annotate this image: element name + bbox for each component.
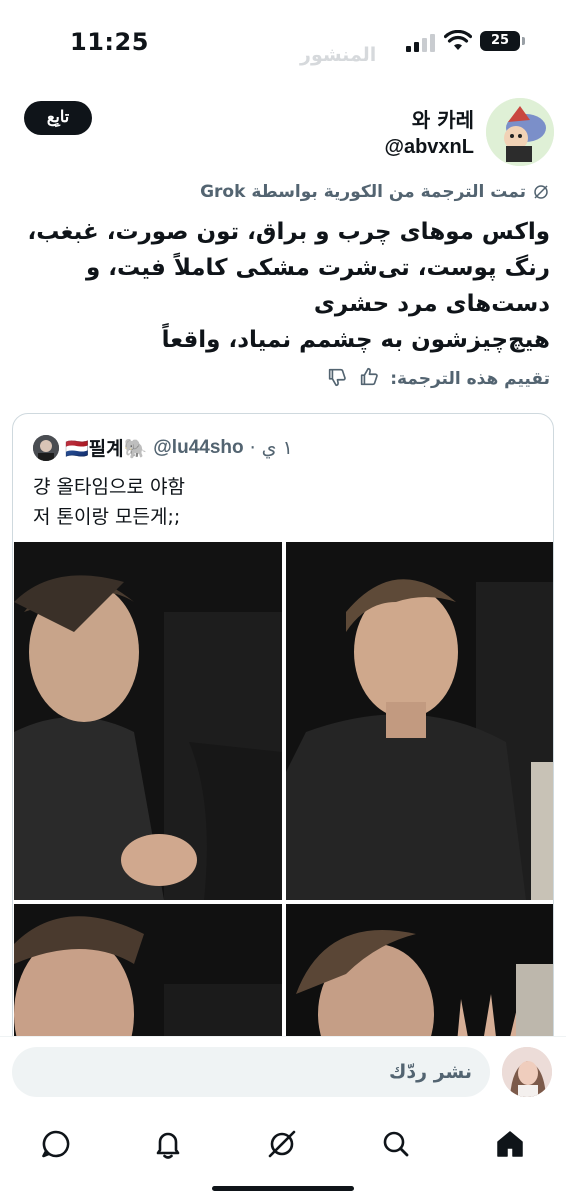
grok-icon xyxy=(534,185,548,199)
translation-note-text: تمت الترجمة من الكورية بواسطة Grok xyxy=(200,182,526,202)
wifi-icon xyxy=(443,29,473,52)
grok-nav-icon[interactable] xyxy=(262,1124,302,1164)
quoted-author-avatar[interactable] xyxy=(33,434,59,461)
tweet-line: دست‌های مرد حشری xyxy=(313,291,550,317)
notifications-icon[interactable] xyxy=(148,1124,188,1164)
photo-3[interactable] xyxy=(14,904,282,1052)
thumbs-up-icon[interactable] xyxy=(358,366,380,392)
follow-button[interactable]: تابِع xyxy=(24,101,92,135)
search-icon[interactable] xyxy=(376,1124,416,1164)
tweet-line: هیچ‌چیزشون به چشمم نمیاد، واقعاً xyxy=(161,327,550,353)
home-indicator xyxy=(212,1186,354,1191)
separator-dot: · xyxy=(249,436,256,459)
photo-grid xyxy=(14,542,553,1052)
quoted-line: 걍 올타임으로 야함 xyxy=(33,476,185,498)
author-handle[interactable]: @abvxnL xyxy=(384,136,474,159)
rate-translation: تقييم هذه الترجمة: xyxy=(326,366,550,392)
quoted-handle[interactable]: @lu44sho xyxy=(153,437,243,459)
rate-translation-label: تقييم هذه الترجمة: xyxy=(390,369,550,389)
current-user-avatar[interactable] xyxy=(502,1047,552,1097)
tweet-text: واکس موهای چرب و براق، تون صورت، غبغب، ر… xyxy=(14,214,550,358)
author-avatar[interactable] xyxy=(486,98,554,166)
quoted-tweet-text: 걍 올타임으로 야함 저 톤이랑 모든게;; xyxy=(33,472,185,532)
status-bar: 11:25 المنشور 25 xyxy=(0,0,566,88)
photo-1[interactable] xyxy=(14,542,282,900)
translation-note: تمت الترجمة من الكورية بواسطة Grok xyxy=(200,182,550,202)
author-display-name[interactable]: 와 카레 xyxy=(412,104,474,133)
cellular-signal-icon xyxy=(406,32,436,52)
quoted-tweet-header: 🇳🇱필계🐘 @lu44sho · ١ ي xyxy=(33,434,293,461)
quoted-tweet-card[interactable]: 🇳🇱필계🐘 @lu44sho · ١ ي 걍 올타임으로 야함 저 톤이랑 모든… xyxy=(12,413,554,1053)
quoted-display-name[interactable]: 🇳🇱필계🐘 xyxy=(65,434,147,461)
quoted-line: 저 톤이랑 모든게;; xyxy=(33,506,181,528)
quoted-timestamp: ١ ي xyxy=(261,436,293,459)
battery-indicator: 25 xyxy=(480,31,525,51)
thumbs-down-icon[interactable] xyxy=(326,366,348,392)
photo-4[interactable] xyxy=(286,904,553,1052)
tweet-line: رنگ پوست، تی‌شرت مشکی کاملاً فیت، و xyxy=(85,255,550,281)
reply-input[interactable]: نشر ردّك xyxy=(12,1047,490,1097)
tweet-line: واکس موهای چرب و براق، تون صورت، غبغب، xyxy=(27,219,550,245)
reply-bar: نشر ردّك xyxy=(0,1036,566,1108)
status-time: 11:25 xyxy=(70,28,149,56)
faded-header-title: المنشور xyxy=(300,44,377,66)
home-icon[interactable] xyxy=(490,1124,530,1164)
messages-icon[interactable] xyxy=(36,1124,76,1164)
photo-2[interactable] xyxy=(286,542,553,900)
